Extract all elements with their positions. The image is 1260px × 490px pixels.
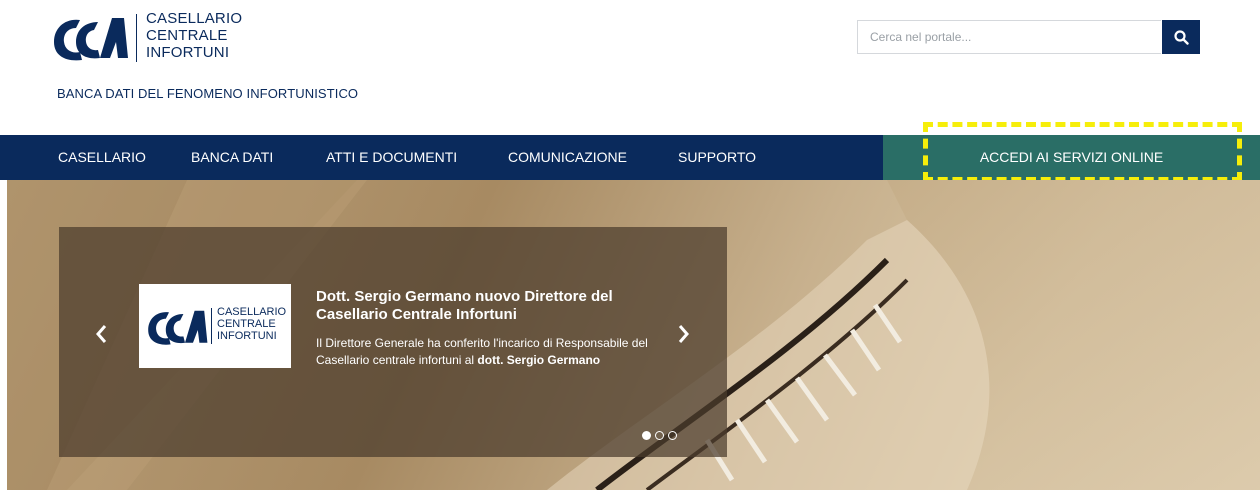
search-button[interactable] (1162, 20, 1200, 54)
nav-item-banca-dati[interactable]: BANCA DATI (191, 135, 273, 180)
chevron-right-icon (678, 325, 689, 343)
logo-divider (136, 14, 137, 62)
online-services-button[interactable]: ACCEDI AI SERVIZI ONLINE (883, 135, 1260, 180)
slider-dot-1[interactable] (642, 431, 651, 440)
hero-slider: CASELLARIO CENTRALE INFORTUNI Dott. Serg… (7, 180, 1260, 490)
slider-dot-3[interactable] (668, 431, 677, 440)
site-logo[interactable]: CASELLARIO CENTRALE INFORTUNI (50, 8, 270, 68)
chevron-left-icon (96, 325, 107, 343)
logo-line-3: INFORTUNI (146, 44, 230, 61)
slide-body: Il Direttore Generale ha conferito l'inc… (316, 335, 666, 369)
site-header: CASELLARIO CENTRALE INFORTUNI BANCA DATI… (0, 0, 1260, 135)
slide-body-bold: dott. Sergio Germano (477, 353, 601, 367)
search-input[interactable] (857, 20, 1161, 54)
slide-logo-wordmark: CASELLARIO CENTRALE INFORTUNI (217, 306, 286, 342)
logo-wordmark: CASELLARIO CENTRALE INFORTUNI (146, 10, 242, 61)
search-icon (1173, 29, 1189, 45)
slide-logo: CASELLARIO CENTRALE INFORTUNI (139, 284, 291, 368)
search-form (857, 20, 1200, 54)
slide-logo-line-3: INFORTUNI (217, 330, 277, 342)
slide-logo-divider (211, 308, 212, 344)
slide-logo-line-1: CASELLARIO (217, 306, 287, 318)
slide-logo-line-2: CENTRALE (217, 318, 276, 330)
main-navigation: CASELLARIO BANCA DATI ATTI E DOCUMENTI C… (0, 135, 1260, 180)
logo-mark-icon (54, 18, 128, 61)
slider-dot-2[interactable] (655, 431, 664, 440)
slider-prev-button[interactable] (94, 321, 108, 352)
slide-caption-panel: CASELLARIO CENTRALE INFORTUNI Dott. Serg… (59, 227, 727, 457)
nav-item-atti-e-documenti[interactable]: ATTI E DOCUMENTI (326, 135, 457, 180)
slide-logo-mark-icon (148, 310, 208, 345)
nav-item-casellario[interactable]: CASELLARIO (58, 135, 146, 180)
logo-line-2: CENTRALE (146, 27, 228, 44)
slider-next-button[interactable] (677, 321, 691, 352)
slide-title[interactable]: Dott. Sergio Germano nuovo Direttore del… (316, 288, 656, 324)
nav-item-comunicazione[interactable]: COMUNICAZIONE (508, 135, 627, 180)
nav-item-supporto[interactable]: SUPPORTO (678, 135, 756, 180)
site-tagline: BANCA DATI DEL FENOMENO INFORTUNISTICO (57, 86, 359, 101)
logo-line-1: CASELLARIO (146, 10, 243, 27)
